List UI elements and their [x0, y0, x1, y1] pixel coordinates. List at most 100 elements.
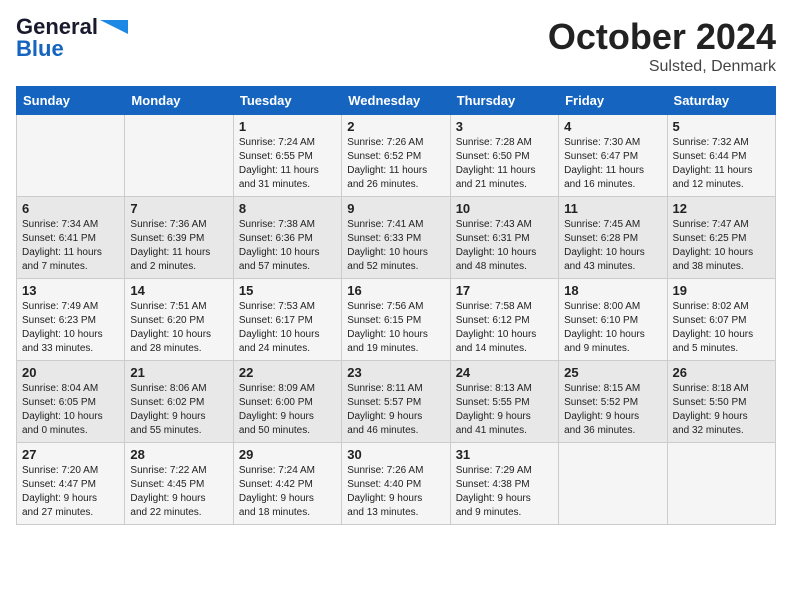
- calendar-cell: 31 Sunrise: 7:29 AM Sunset: 4:38 PM Dayli…: [450, 443, 558, 525]
- calendar-cell: 18Sunrise: 8:00 AM Sunset: 6:10 PM Dayli…: [559, 279, 667, 361]
- calendar-cell: 28 Sunrise: 7:22 AM Sunset: 4:45 PM Dayli…: [125, 443, 233, 525]
- title-area: October 2024 Sulsted, Denmark: [548, 16, 776, 76]
- calendar-cell: 16 Sunrise: 7:56 AM Sunset: 6:15 PM Dayli…: [342, 279, 450, 361]
- month-title: October 2024: [548, 16, 776, 58]
- calendar-cell: 21Sunrise: 8:06 AM Sunset: 6:02 PM Dayli…: [125, 361, 233, 443]
- day-number: 2: [347, 119, 444, 134]
- calendar-cell: 9 Sunrise: 7:41 AM Sunset: 6:33 PM Daylig…: [342, 197, 450, 279]
- day-info: Sunrise: 7:36 AM Sunset: 6:39 PM Dayligh…: [130, 218, 227, 274]
- day-info: Sunrise: 8:09 AM Sunset: 6:00 PM Dayligh…: [239, 382, 336, 438]
- day-number: 21: [130, 365, 227, 380]
- day-number: 7: [130, 201, 227, 216]
- day-number: 10: [456, 201, 553, 216]
- calendar-cell: 25Sunrise: 8:15 AM Sunset: 5:52 PM Dayli…: [559, 361, 667, 443]
- day-number: 5: [673, 119, 770, 134]
- day-number: 17: [456, 283, 553, 298]
- day-info: Sunrise: 7:41 AM Sunset: 6:33 PM Dayligh…: [347, 218, 444, 274]
- day-number: 30: [347, 447, 444, 462]
- calendar-cell: [559, 443, 667, 525]
- calendar-cell: 5 Sunrise: 7:32 AM Sunset: 6:44 PM Daylig…: [667, 115, 775, 197]
- day-info: Sunrise: 8:04 AM Sunset: 6:05 PM Dayligh…: [22, 382, 119, 438]
- day-number: 27: [22, 447, 119, 462]
- day-number: 3: [456, 119, 553, 134]
- weekday-header: Friday: [559, 87, 667, 115]
- day-info: Sunrise: 7:26 AM Sunset: 4:40 PM Dayligh…: [347, 464, 444, 520]
- day-info: Sunrise: 8:11 AM Sunset: 5:57 PM Dayligh…: [347, 382, 444, 438]
- calendar-cell: 11 Sunrise: 7:45 AM Sunset: 6:28 PM Dayli…: [559, 197, 667, 279]
- logo: General Blue: [16, 16, 128, 61]
- day-info: Sunrise: 8:02 AM Sunset: 6:07 PM Dayligh…: [673, 300, 770, 356]
- day-number: 19: [673, 283, 770, 298]
- calendar-cell: 4 Sunrise: 7:30 AM Sunset: 6:47 PM Daylig…: [559, 115, 667, 197]
- day-number: 6: [22, 201, 119, 216]
- calendar-cell: [17, 115, 125, 197]
- day-number: 4: [564, 119, 661, 134]
- header-row: SundayMondayTuesdayWednesdayThursdayFrid…: [17, 87, 776, 115]
- calendar-cell: 12Sunrise: 7:47 AM Sunset: 6:25 PM Dayli…: [667, 197, 775, 279]
- day-info: Sunrise: 7:32 AM Sunset: 6:44 PM Dayligh…: [673, 136, 770, 192]
- calendar-cell: 7 Sunrise: 7:36 AM Sunset: 6:39 PM Daylig…: [125, 197, 233, 279]
- calendar-week-row: 13Sunrise: 7:49 AM Sunset: 6:23 PM Dayli…: [17, 279, 776, 361]
- day-info: Sunrise: 7:45 AM Sunset: 6:28 PM Dayligh…: [564, 218, 661, 274]
- calendar-cell: 1 Sunrise: 7:24 AM Sunset: 6:55 PM Daylig…: [233, 115, 341, 197]
- calendar-cell: 22 Sunrise: 8:09 AM Sunset: 6:00 PM Dayli…: [233, 361, 341, 443]
- calendar-cell: 27Sunrise: 7:20 AM Sunset: 4:47 PM Dayli…: [17, 443, 125, 525]
- calendar-cell: 30 Sunrise: 7:26 AM Sunset: 4:40 PM Dayli…: [342, 443, 450, 525]
- calendar-cell: 29Sunrise: 7:24 AM Sunset: 4:42 PM Dayli…: [233, 443, 341, 525]
- day-number: 28: [130, 447, 227, 462]
- day-number: 14: [130, 283, 227, 298]
- day-number: 1: [239, 119, 336, 134]
- day-number: 15: [239, 283, 336, 298]
- day-info: Sunrise: 7:43 AM Sunset: 6:31 PM Dayligh…: [456, 218, 553, 274]
- day-number: 8: [239, 201, 336, 216]
- day-number: 11: [564, 201, 661, 216]
- day-info: Sunrise: 7:26 AM Sunset: 6:52 PM Dayligh…: [347, 136, 444, 192]
- day-info: Sunrise: 7:53 AM Sunset: 6:17 PM Dayligh…: [239, 300, 336, 356]
- calendar-week-row: 6 Sunrise: 7:34 AM Sunset: 6:41 PM Daylig…: [17, 197, 776, 279]
- calendar-cell: 20 Sunrise: 8:04 AM Sunset: 6:05 PM Dayli…: [17, 361, 125, 443]
- day-info: Sunrise: 7:58 AM Sunset: 6:12 PM Dayligh…: [456, 300, 553, 356]
- calendar-header: SundayMondayTuesdayWednesdayThursdayFrid…: [17, 87, 776, 115]
- day-info: Sunrise: 7:24 AM Sunset: 6:55 PM Dayligh…: [239, 136, 336, 192]
- day-info: Sunrise: 7:29 AM Sunset: 4:38 PM Dayligh…: [456, 464, 553, 520]
- day-info: Sunrise: 7:24 AM Sunset: 4:42 PM Dayligh…: [239, 464, 336, 520]
- calendar-body: 1 Sunrise: 7:24 AM Sunset: 6:55 PM Daylig…: [17, 115, 776, 525]
- calendar-cell: 13Sunrise: 7:49 AM Sunset: 6:23 PM Dayli…: [17, 279, 125, 361]
- logo-blue: Blue: [16, 36, 64, 61]
- day-info: Sunrise: 7:34 AM Sunset: 6:41 PM Dayligh…: [22, 218, 119, 274]
- weekday-header: Tuesday: [233, 87, 341, 115]
- calendar-cell: 3 Sunrise: 7:28 AM Sunset: 6:50 PM Daylig…: [450, 115, 558, 197]
- day-number: 24: [456, 365, 553, 380]
- calendar-cell: 17 Sunrise: 7:58 AM Sunset: 6:12 PM Dayli…: [450, 279, 558, 361]
- day-number: 26: [673, 365, 770, 380]
- day-number: 25: [564, 365, 661, 380]
- calendar-cell: [667, 443, 775, 525]
- calendar-week-row: 20 Sunrise: 8:04 AM Sunset: 6:05 PM Dayli…: [17, 361, 776, 443]
- calendar-table: SundayMondayTuesdayWednesdayThursdayFrid…: [16, 86, 776, 525]
- weekday-header: Sunday: [17, 87, 125, 115]
- calendar-cell: 8 Sunrise: 7:38 AM Sunset: 6:36 PM Daylig…: [233, 197, 341, 279]
- day-info: Sunrise: 7:38 AM Sunset: 6:36 PM Dayligh…: [239, 218, 336, 274]
- day-number: 18: [564, 283, 661, 298]
- day-info: Sunrise: 8:18 AM Sunset: 5:50 PM Dayligh…: [673, 382, 770, 438]
- day-number: 31: [456, 447, 553, 462]
- calendar-cell: 14 Sunrise: 7:51 AM Sunset: 6:20 PM Dayli…: [125, 279, 233, 361]
- day-info: Sunrise: 7:28 AM Sunset: 6:50 PM Dayligh…: [456, 136, 553, 192]
- calendar-week-row: 27Sunrise: 7:20 AM Sunset: 4:47 PM Dayli…: [17, 443, 776, 525]
- calendar-cell: 10 Sunrise: 7:43 AM Sunset: 6:31 PM Dayli…: [450, 197, 558, 279]
- day-info: Sunrise: 7:51 AM Sunset: 6:20 PM Dayligh…: [130, 300, 227, 356]
- day-number: 22: [239, 365, 336, 380]
- calendar-cell: 24Sunrise: 8:13 AM Sunset: 5:55 PM Dayli…: [450, 361, 558, 443]
- day-info: Sunrise: 7:30 AM Sunset: 6:47 PM Dayligh…: [564, 136, 661, 192]
- day-number: 9: [347, 201, 444, 216]
- day-info: Sunrise: 7:56 AM Sunset: 6:15 PM Dayligh…: [347, 300, 444, 356]
- day-number: 20: [22, 365, 119, 380]
- day-info: Sunrise: 7:49 AM Sunset: 6:23 PM Dayligh…: [22, 300, 119, 356]
- day-info: Sunrise: 7:22 AM Sunset: 4:45 PM Dayligh…: [130, 464, 227, 520]
- day-info: Sunrise: 7:47 AM Sunset: 6:25 PM Dayligh…: [673, 218, 770, 274]
- calendar-cell: 15 Sunrise: 7:53 AM Sunset: 6:17 PM Dayli…: [233, 279, 341, 361]
- day-number: 16: [347, 283, 444, 298]
- calendar-cell: 2 Sunrise: 7:26 AM Sunset: 6:52 PM Daylig…: [342, 115, 450, 197]
- calendar-cell: 6 Sunrise: 7:34 AM Sunset: 6:41 PM Daylig…: [17, 197, 125, 279]
- weekday-header: Monday: [125, 87, 233, 115]
